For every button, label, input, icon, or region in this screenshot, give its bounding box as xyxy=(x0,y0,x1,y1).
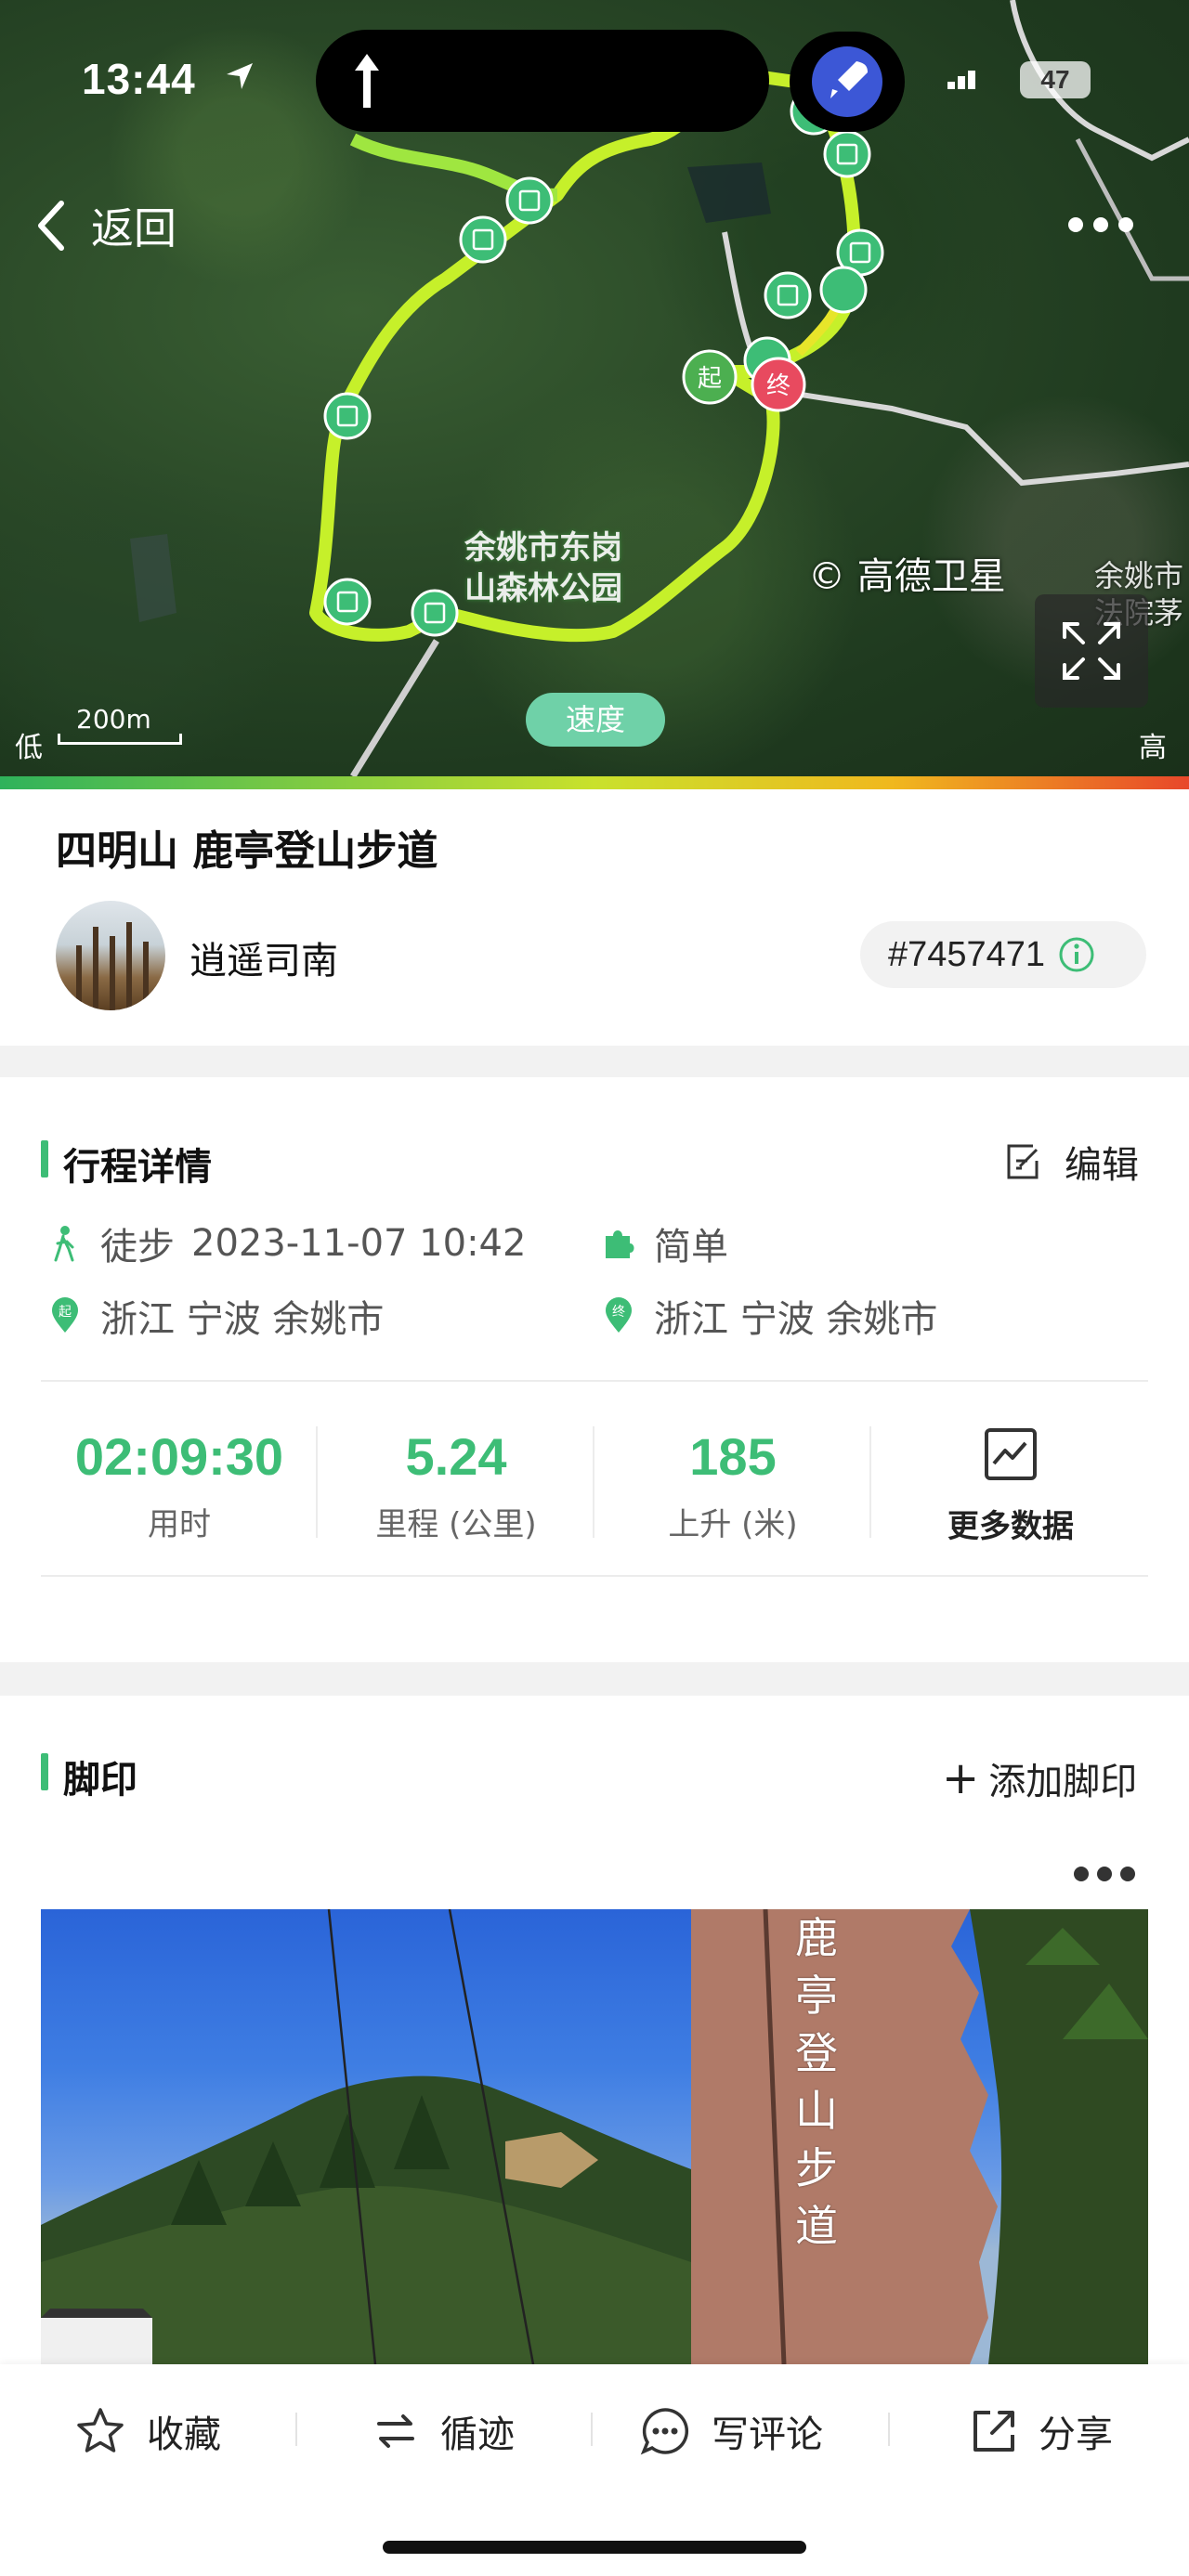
edit-icon xyxy=(1007,1144,1039,1179)
stat-ascent: 185 上升 (米) xyxy=(594,1426,871,1556)
start-place: 浙江 宁波 余姚市 xyxy=(100,1298,385,1341)
signal-icon xyxy=(947,71,975,89)
back-button[interactable]: 返回 xyxy=(33,195,176,256)
more-data-button[interactable]: 更多数据 xyxy=(910,1426,1111,1546)
park-label: 余姚市东岗 山森林公园 xyxy=(464,529,622,607)
share-button[interactable]: 分享 xyxy=(970,2385,1113,2478)
home-indicator xyxy=(383,2541,806,2554)
collect-button[interactable]: 收藏 xyxy=(74,2385,221,2478)
difficulty-row: 简单 xyxy=(602,1216,728,1270)
share-label: 分享 xyxy=(1039,2413,1113,2456)
fullscreen-button[interactable] xyxy=(1035,594,1148,708)
map-view[interactable]: 起 终 余姚市东岗 山森林公园 余姚市 法院茅 © 高德卫星 13:44 xyxy=(0,0,1189,776)
svg-text:终: 终 xyxy=(612,1305,625,1320)
activity-datetime: 2023-11-07 10:42 xyxy=(191,1222,527,1265)
section-title-footprints: 脚印 xyxy=(63,1759,137,1802)
navigation-up-arrow-icon xyxy=(355,54,379,108)
section-accent-bar xyxy=(41,1140,48,1177)
plus-icon: + xyxy=(942,1752,980,1804)
speed-gradient-legend xyxy=(0,776,1189,789)
more-options-icon[interactable] xyxy=(1066,206,1135,243)
footprints-card: 脚印 + 添加脚印 鹿亭登山步道 xyxy=(0,1696,1189,2364)
legend-high-label: 高 xyxy=(1139,732,1167,764)
divider xyxy=(41,1575,1148,1577)
stat-value: 185 xyxy=(689,1427,777,1486)
trail-title: 四明山 鹿亭登山步道 xyxy=(56,827,438,875)
battery-indicator: 47 xyxy=(1020,61,1091,98)
comment-button[interactable]: 写评论 xyxy=(639,2385,823,2478)
loop-arrows-icon xyxy=(377,2414,414,2448)
end-pin-icon: 终 xyxy=(606,1297,632,1333)
stat-value: 5.24 xyxy=(405,1427,507,1486)
scale-bar xyxy=(58,734,182,745)
user-name[interactable]: 逍遥司南 xyxy=(189,930,338,984)
puzzle-icon xyxy=(606,1230,634,1258)
water xyxy=(130,534,176,622)
clock: 13:44 xyxy=(82,55,196,103)
stat-label: 里程 (公里) xyxy=(375,1506,537,1543)
footprint-more-icon[interactable] xyxy=(1072,1863,1137,1885)
photo-scene xyxy=(41,1909,1148,2364)
edit-label: 编辑 xyxy=(1065,1144,1139,1187)
comment-label: 写评论 xyxy=(712,2413,823,2456)
trail-header-card: 四明山 鹿亭登山步道 逍遥司南 #7457471 xyxy=(0,789,1189,1046)
bottom-action-bar: 收藏 循迹 写评论 分享 xyxy=(0,2364,1189,2576)
end-marker: 终 xyxy=(766,372,790,400)
trail-id-badge[interactable]: #7457471 xyxy=(860,921,1146,988)
divider xyxy=(41,1380,1148,1382)
road xyxy=(350,639,439,776)
trail-sign-text: 鹿亭登山步道 xyxy=(795,1913,838,2251)
info-icon xyxy=(1059,937,1094,972)
stat-value: 02:09:30 xyxy=(74,1427,284,1486)
stat-label: 用时 xyxy=(148,1506,211,1543)
tab-separator xyxy=(591,2413,593,2446)
hiker-icon xyxy=(54,1226,74,1262)
stat-label: 上升 (米) xyxy=(668,1506,798,1543)
dynamic-island xyxy=(316,30,769,132)
end-place: 浙江 宁波 余姚市 xyxy=(654,1298,938,1341)
trail-id: #7457471 xyxy=(888,934,1046,974)
stat-distance: 5.24 里程 (公里) xyxy=(318,1426,594,1556)
water xyxy=(687,163,771,223)
tab-separator xyxy=(888,2413,890,2446)
stat-duration: 02:09:30 用时 xyxy=(41,1426,318,1556)
section-title-trip: 行程详情 xyxy=(63,1146,212,1189)
activity-row: 徒步 2023-11-07 10:42 xyxy=(48,1216,526,1270)
start-place-row: 起 浙江 宁波 余姚市 xyxy=(48,1289,384,1343)
rocket-icon xyxy=(830,61,868,98)
star-icon xyxy=(77,2408,124,2452)
map-attribution: © 高德卫星 xyxy=(808,555,1006,598)
start-pin-icon: 起 xyxy=(52,1297,78,1333)
activity-type: 徒步 xyxy=(100,1226,175,1268)
speed-toggle-button[interactable]: 速度 xyxy=(526,693,665,747)
expand-icon xyxy=(1063,622,1120,680)
svg-text:起: 起 xyxy=(59,1305,72,1320)
chart-icon xyxy=(985,1428,1037,1480)
legend-low-label: 低 xyxy=(15,732,43,764)
status-bar: 13:44 47 xyxy=(0,0,1189,158)
comment-icon xyxy=(640,2408,688,2455)
trip-details-card: 行程详情 编辑 徒步 2023-11-07 10:42 简单 起 浙江 宁波 余… xyxy=(0,1077,1189,1662)
share-icon xyxy=(973,2411,1014,2452)
chevron-left-icon xyxy=(38,201,64,251)
tab-separator xyxy=(295,2413,297,2446)
more-data-label: 更多数据 xyxy=(947,1508,1074,1545)
collect-label: 收藏 xyxy=(147,2413,221,2456)
scale-label: 200m xyxy=(76,704,151,735)
avatar[interactable] xyxy=(56,901,165,1010)
section-accent-bar xyxy=(41,1753,48,1790)
stat-separator xyxy=(869,1426,871,1538)
location-arrow-icon xyxy=(227,63,253,89)
follow-track-button[interactable]: 循迹 xyxy=(372,2385,515,2478)
add-footprint-label: 添加脚印 xyxy=(988,1761,1138,1803)
end-place-row: 终 浙江 宁波 余姚市 xyxy=(602,1289,937,1343)
back-label: 返回 xyxy=(91,203,176,254)
difficulty-value: 简单 xyxy=(654,1226,728,1268)
add-footprint-button[interactable]: + 添加脚印 xyxy=(942,1751,1137,1805)
follow-track-label: 循迹 xyxy=(440,2413,515,2456)
footprint-photo[interactable]: 鹿亭登山步道 xyxy=(41,1909,1148,2364)
rocket-app-indicator xyxy=(790,32,905,132)
start-marker: 起 xyxy=(698,365,722,393)
edit-button[interactable]: 编辑 xyxy=(1005,1135,1139,1189)
